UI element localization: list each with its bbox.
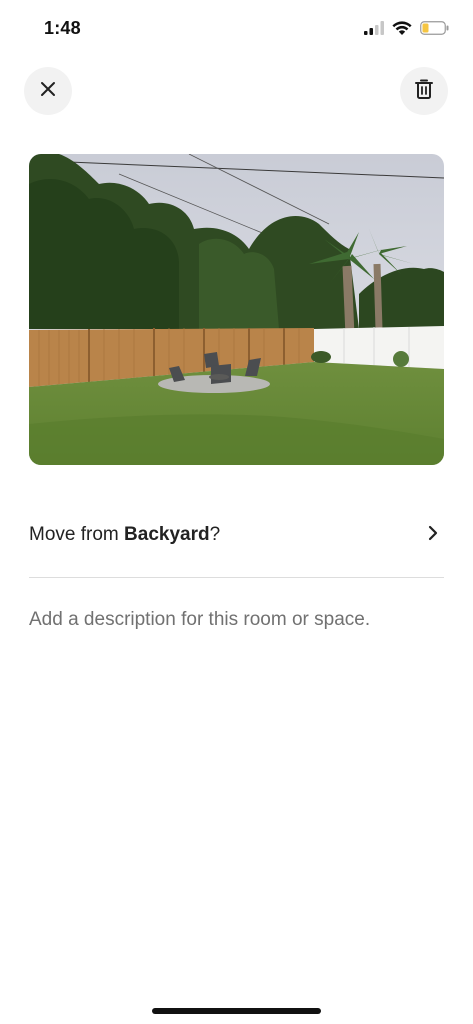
move-room-text: Move from Backyard? [29,524,220,546]
cellular-signal-icon [364,20,384,40]
divider [29,577,444,578]
move-room-prefix: Move from [29,524,125,545]
battery-icon [420,20,449,40]
move-room-suffix: ? [209,524,221,545]
close-button[interactable] [24,67,72,115]
status-icons [364,20,449,40]
move-room-row[interactable]: Move from Backyard? [29,505,444,565]
description-input[interactable] [29,600,444,640]
trash-icon [415,79,433,104]
backyard-photo[interactable] [29,154,444,465]
home-indicator[interactable] [152,1008,321,1014]
status-time: 1:48 [44,18,81,38]
status-bar: 1:48 [0,0,473,60]
close-icon [40,81,56,102]
delete-button[interactable] [400,67,448,115]
current-room-name: Backyard [124,524,210,545]
chevron-right-icon [428,525,438,546]
wifi-icon [392,20,412,40]
